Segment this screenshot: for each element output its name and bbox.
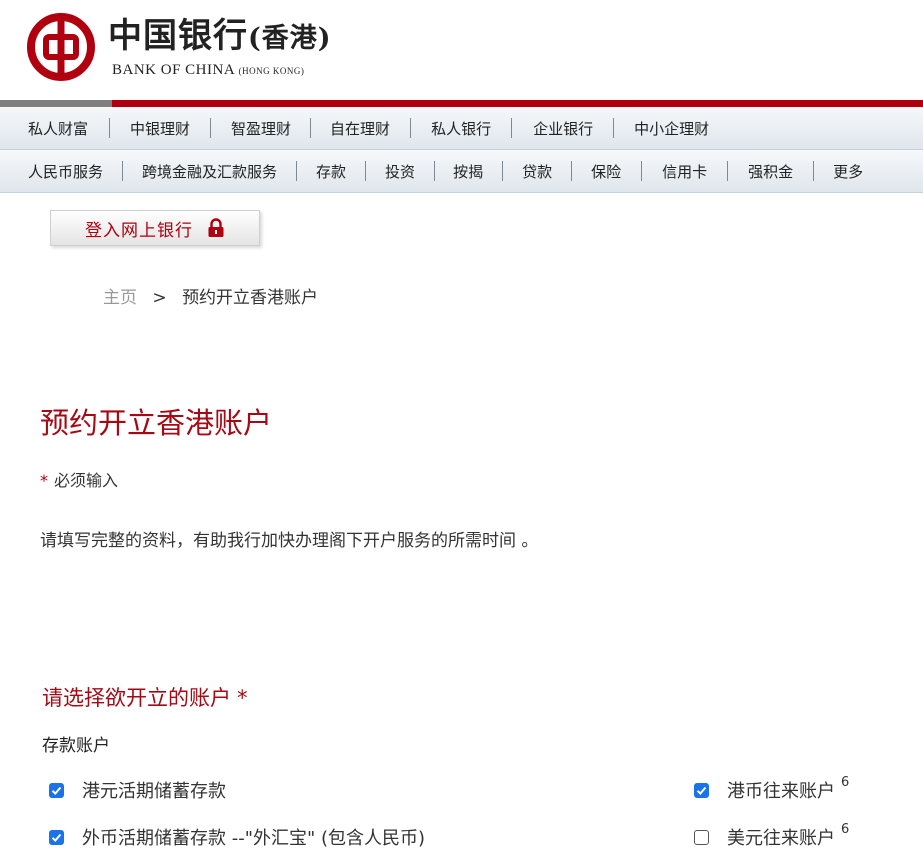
- account-option-usd-current: 美元往来账户 6: [694, 821, 850, 850]
- nav-easy-wealth[interactable]: 自在理财: [330, 118, 390, 139]
- page-title: 预约开立香港账户: [40, 406, 273, 440]
- nav-mpf[interactable]: 强积金: [748, 161, 793, 182]
- brand-name-cn-main: 中国银行: [108, 16, 248, 56]
- header-accent-band-grey: [0, 100, 112, 107]
- nav-divider: [641, 161, 643, 181]
- site-header: 中国银行(香港) BANK OF CHINA (HONG KONG): [0, 0, 923, 100]
- nav-divider: [296, 161, 298, 181]
- checkmark-icon: [51, 833, 62, 842]
- footnote-marker: 6: [841, 774, 850, 790]
- brand-name-en-region: (HONG KONG): [238, 66, 305, 76]
- breadcrumb: 主页 > 预约开立香港账户: [103, 283, 318, 308]
- account-option-hkd-current: 港币往来账户 6: [694, 774, 850, 803]
- nav-divider: [122, 161, 124, 181]
- nav-rmb-services[interactable]: 人民币服务: [28, 161, 103, 182]
- fx-savings-label: 外币活期储蓄存款 --"外汇宝" (包含人民币): [82, 828, 426, 849]
- nav-private-banking[interactable]: 私人银行: [431, 118, 491, 139]
- login-online-banking-button[interactable]: 登入网上银行: [50, 210, 260, 246]
- nav-divider: [613, 118, 615, 138]
- hkd-current-checkbox[interactable]: [694, 782, 709, 798]
- nav-loans[interactable]: 贷款: [522, 161, 552, 182]
- nav-smart-wealth[interactable]: 智盈理财: [231, 118, 291, 139]
- nav-divider: [511, 118, 513, 138]
- brand-name-cn[interactable]: 中国银行(香港): [108, 14, 332, 61]
- nav-insurance[interactable]: 保险: [591, 161, 621, 182]
- nav-divider: [210, 118, 212, 138]
- primary-nav: 私人财富 中银理财 智盈理财 自在理财 私人银行 企业银行 中小企理财: [0, 107, 923, 150]
- bank-of-china-emblem-icon[interactable]: [27, 13, 95, 81]
- fx-savings-checkbox[interactable]: [49, 829, 64, 845]
- breadcrumb-current: 预约开立香港账户: [182, 288, 319, 308]
- nav-cross-border-remittance[interactable]: 跨境金融及汇款服务: [142, 161, 277, 182]
- account-option-fx-savings: 外币活期储蓄存款 --"外汇宝" (包含人民币): [49, 824, 425, 850]
- usd-current-checkbox[interactable]: [694, 829, 709, 845]
- secondary-nav: 人民币服务 跨境金融及汇款服务 存款 投资 按揭 贷款 保险 信用卡 强积金 更…: [0, 150, 923, 193]
- breadcrumb-separator: >: [152, 288, 167, 308]
- hkd-current-label: 港币往来账户: [727, 781, 835, 802]
- nav-divider: [310, 118, 312, 138]
- nav-mortgage[interactable]: 按揭: [453, 161, 483, 182]
- lock-icon: [208, 218, 224, 237]
- nav-divider: [571, 161, 573, 181]
- nav-corporate-banking[interactable]: 企业银行: [533, 118, 593, 139]
- nav-divider: [365, 161, 367, 181]
- nav-divider: [502, 161, 504, 181]
- checkmark-icon: [51, 786, 62, 795]
- nav-credit-card[interactable]: 信用卡: [662, 161, 707, 182]
- page: 中国银行(香港) BANK OF CHINA (HONG KONG) 私人财富 …: [0, 0, 923, 852]
- nav-deposits[interactable]: 存款: [316, 161, 346, 182]
- nav-bocg-wealth[interactable]: 中银理财: [130, 118, 190, 139]
- nav-divider: [410, 118, 412, 138]
- nav-divider: [434, 161, 436, 181]
- account-option-hkd-savings: 港元活期储蓄存款: [49, 777, 226, 803]
- nav-divider: [727, 161, 729, 181]
- checkmark-icon: [696, 786, 707, 795]
- required-field-note: * 必须输入: [40, 467, 118, 491]
- intro-text: 请填写完整的资料，有助我行加快办理阁下开户服务的所需时间 。: [40, 531, 539, 551]
- account-selection-heading-text: 请选择欲开立的账户: [42, 686, 231, 710]
- brand-name-en-main: BANK OF CHINA: [112, 62, 235, 78]
- required-note-text: 必须输入: [54, 471, 119, 490]
- breadcrumb-home-link[interactable]: 主页: [103, 288, 137, 308]
- nav-sme-banking[interactable]: 中小企理财: [634, 118, 709, 139]
- required-star: *: [237, 686, 248, 710]
- nav-investment[interactable]: 投资: [385, 161, 415, 182]
- nav-more[interactable]: 更多: [833, 161, 863, 182]
- nav-divider: [109, 118, 111, 138]
- usd-current-label: 美元往来账户: [727, 828, 835, 849]
- hkd-savings-label: 港元活期储蓄存款: [82, 781, 226, 802]
- login-button-label: 登入网上银行: [85, 220, 193, 241]
- brand-name-en: BANK OF CHINA (HONG KONG): [112, 62, 304, 79]
- header-accent-band: [0, 100, 923, 107]
- hkd-savings-checkbox[interactable]: [49, 782, 64, 798]
- footnote-marker: 6: [841, 821, 850, 837]
- deposit-accounts-heading: 存款账户: [42, 736, 110, 756]
- nav-divider: [813, 161, 815, 181]
- brand-name-cn-region: (香港): [248, 23, 332, 54]
- nav-private-wealth[interactable]: 私人财富: [28, 118, 88, 139]
- account-selection-heading: 请选择欲开立的账户 *: [42, 682, 248, 712]
- required-star: *: [40, 471, 48, 490]
